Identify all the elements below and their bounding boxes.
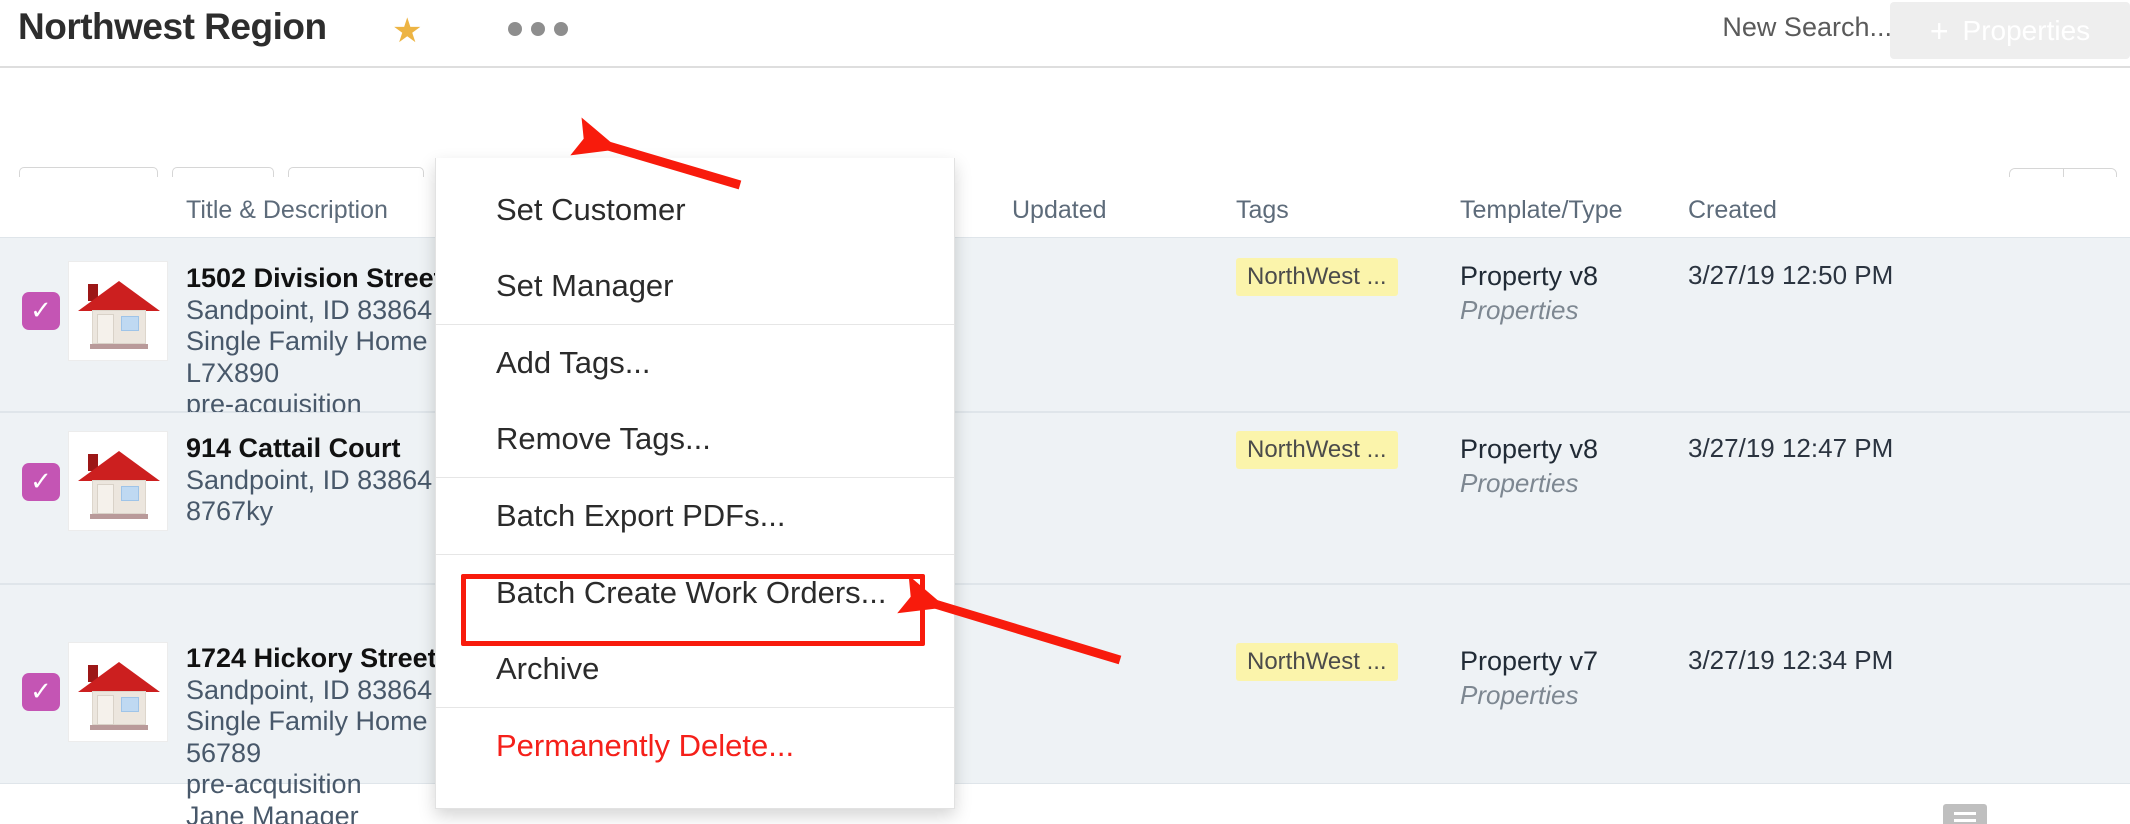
row-checkbox[interactable]: ✓ [22, 463, 60, 501]
column-header-tags[interactable]: Tags [1236, 196, 1289, 225]
status-badge[interactable]: NorthWest ... [1236, 643, 1398, 681]
menu-top-padding [436, 158, 954, 172]
status-badge[interactable]: NorthWest ... [1236, 258, 1398, 296]
row-template: Property v8 [1460, 260, 1598, 294]
house-icon [68, 642, 168, 742]
menu-bottom-padding [436, 784, 954, 808]
row-tags-cell: NorthWest ... [1236, 643, 1398, 681]
house-icon [68, 431, 168, 531]
row-tags-cell: NorthWest ... [1236, 258, 1398, 296]
table-body: ✓ 1502 Division Street Sandpoint, ID 838… [0, 237, 2130, 784]
status-badge[interactable]: NorthWest ... [1236, 431, 1398, 469]
star-icon[interactable]: ★ [392, 14, 422, 48]
more-dropdown-menu: Set Customer Set Manager Add Tags... Rem… [435, 158, 955, 809]
row-created: 3/27/19 12:34 PM [1688, 645, 1893, 676]
plus-icon: + [1930, 15, 1949, 47]
table-header-row: Title & Description Updated Tags Templat… [0, 177, 2130, 237]
menu-item-add-tags[interactable]: Add Tags... [436, 325, 954, 401]
row-created: 3/27/19 12:47 PM [1688, 433, 1893, 464]
column-header-title[interactable]: Title & Description [186, 196, 388, 225]
column-header-created[interactable]: Created [1688, 196, 1777, 225]
row-template-cell: Property v8 Properties [1460, 433, 1598, 499]
menu-item-batch-export-pdfs[interactable]: Batch Export PDFs... [436, 478, 954, 554]
app-root: Northwest Region ★ New Search... + Prope… [0, 0, 2130, 824]
add-properties-label: Properties [1963, 15, 2091, 47]
row-template: Property v8 [1460, 433, 1598, 467]
ellipsis-icon[interactable] [508, 22, 568, 36]
row-type: Properties [1460, 294, 1598, 327]
new-search-link[interactable]: New Search... [1722, 12, 1892, 43]
bulk-action-toolbar: Assign Due Status More... 7 Selected 1 -… [0, 68, 2130, 177]
add-properties-button[interactable]: + Properties [1890, 2, 2130, 59]
page-title: Northwest Region [18, 6, 327, 48]
menu-item-set-customer[interactable]: Set Customer [436, 172, 954, 248]
table-row[interactable]: ✓ 1502 Division Street Sandpoint, ID 838… [0, 237, 2130, 412]
menu-item-batch-create-work-orders[interactable]: Batch Create Work Orders... [436, 555, 954, 631]
row-checkbox[interactable]: ✓ [22, 292, 60, 330]
row-tags-cell: NorthWest ... [1236, 431, 1398, 469]
table-row[interactable]: ✓ 914 Cattail Court Sandpoint, ID 83864 … [0, 412, 2130, 584]
house-icon [68, 261, 168, 361]
properties-table: Title & Description Updated Tags Templat… [0, 177, 2130, 824]
row-template-cell: Property v8 Properties [1460, 260, 1598, 326]
menu-item-set-manager[interactable]: Set Manager [436, 248, 954, 324]
menu-item-remove-tags[interactable]: Remove Tags... [436, 401, 954, 477]
row-type: Properties [1460, 467, 1598, 500]
row-created: 3/27/19 12:50 PM [1688, 260, 1893, 291]
menu-item-permanently-delete[interactable]: Permanently Delete... [436, 708, 954, 784]
row-template-cell: Property v7 Properties [1460, 645, 1598, 711]
page-header: Northwest Region ★ New Search... + Prope… [0, 0, 2130, 68]
table-row[interactable]: ✓ 1724 Hickory Street Sandpoint, ID 8386… [0, 584, 2130, 784]
comment-icon[interactable] [1943, 804, 1989, 824]
column-header-template[interactable]: Template/Type [1460, 196, 1623, 225]
menu-item-archive[interactable]: Archive [436, 631, 954, 707]
row-checkbox[interactable]: ✓ [22, 673, 60, 711]
row-type: Properties [1460, 679, 1598, 712]
row-template: Property v7 [1460, 645, 1598, 679]
column-header-updated[interactable]: Updated [1012, 196, 1107, 225]
